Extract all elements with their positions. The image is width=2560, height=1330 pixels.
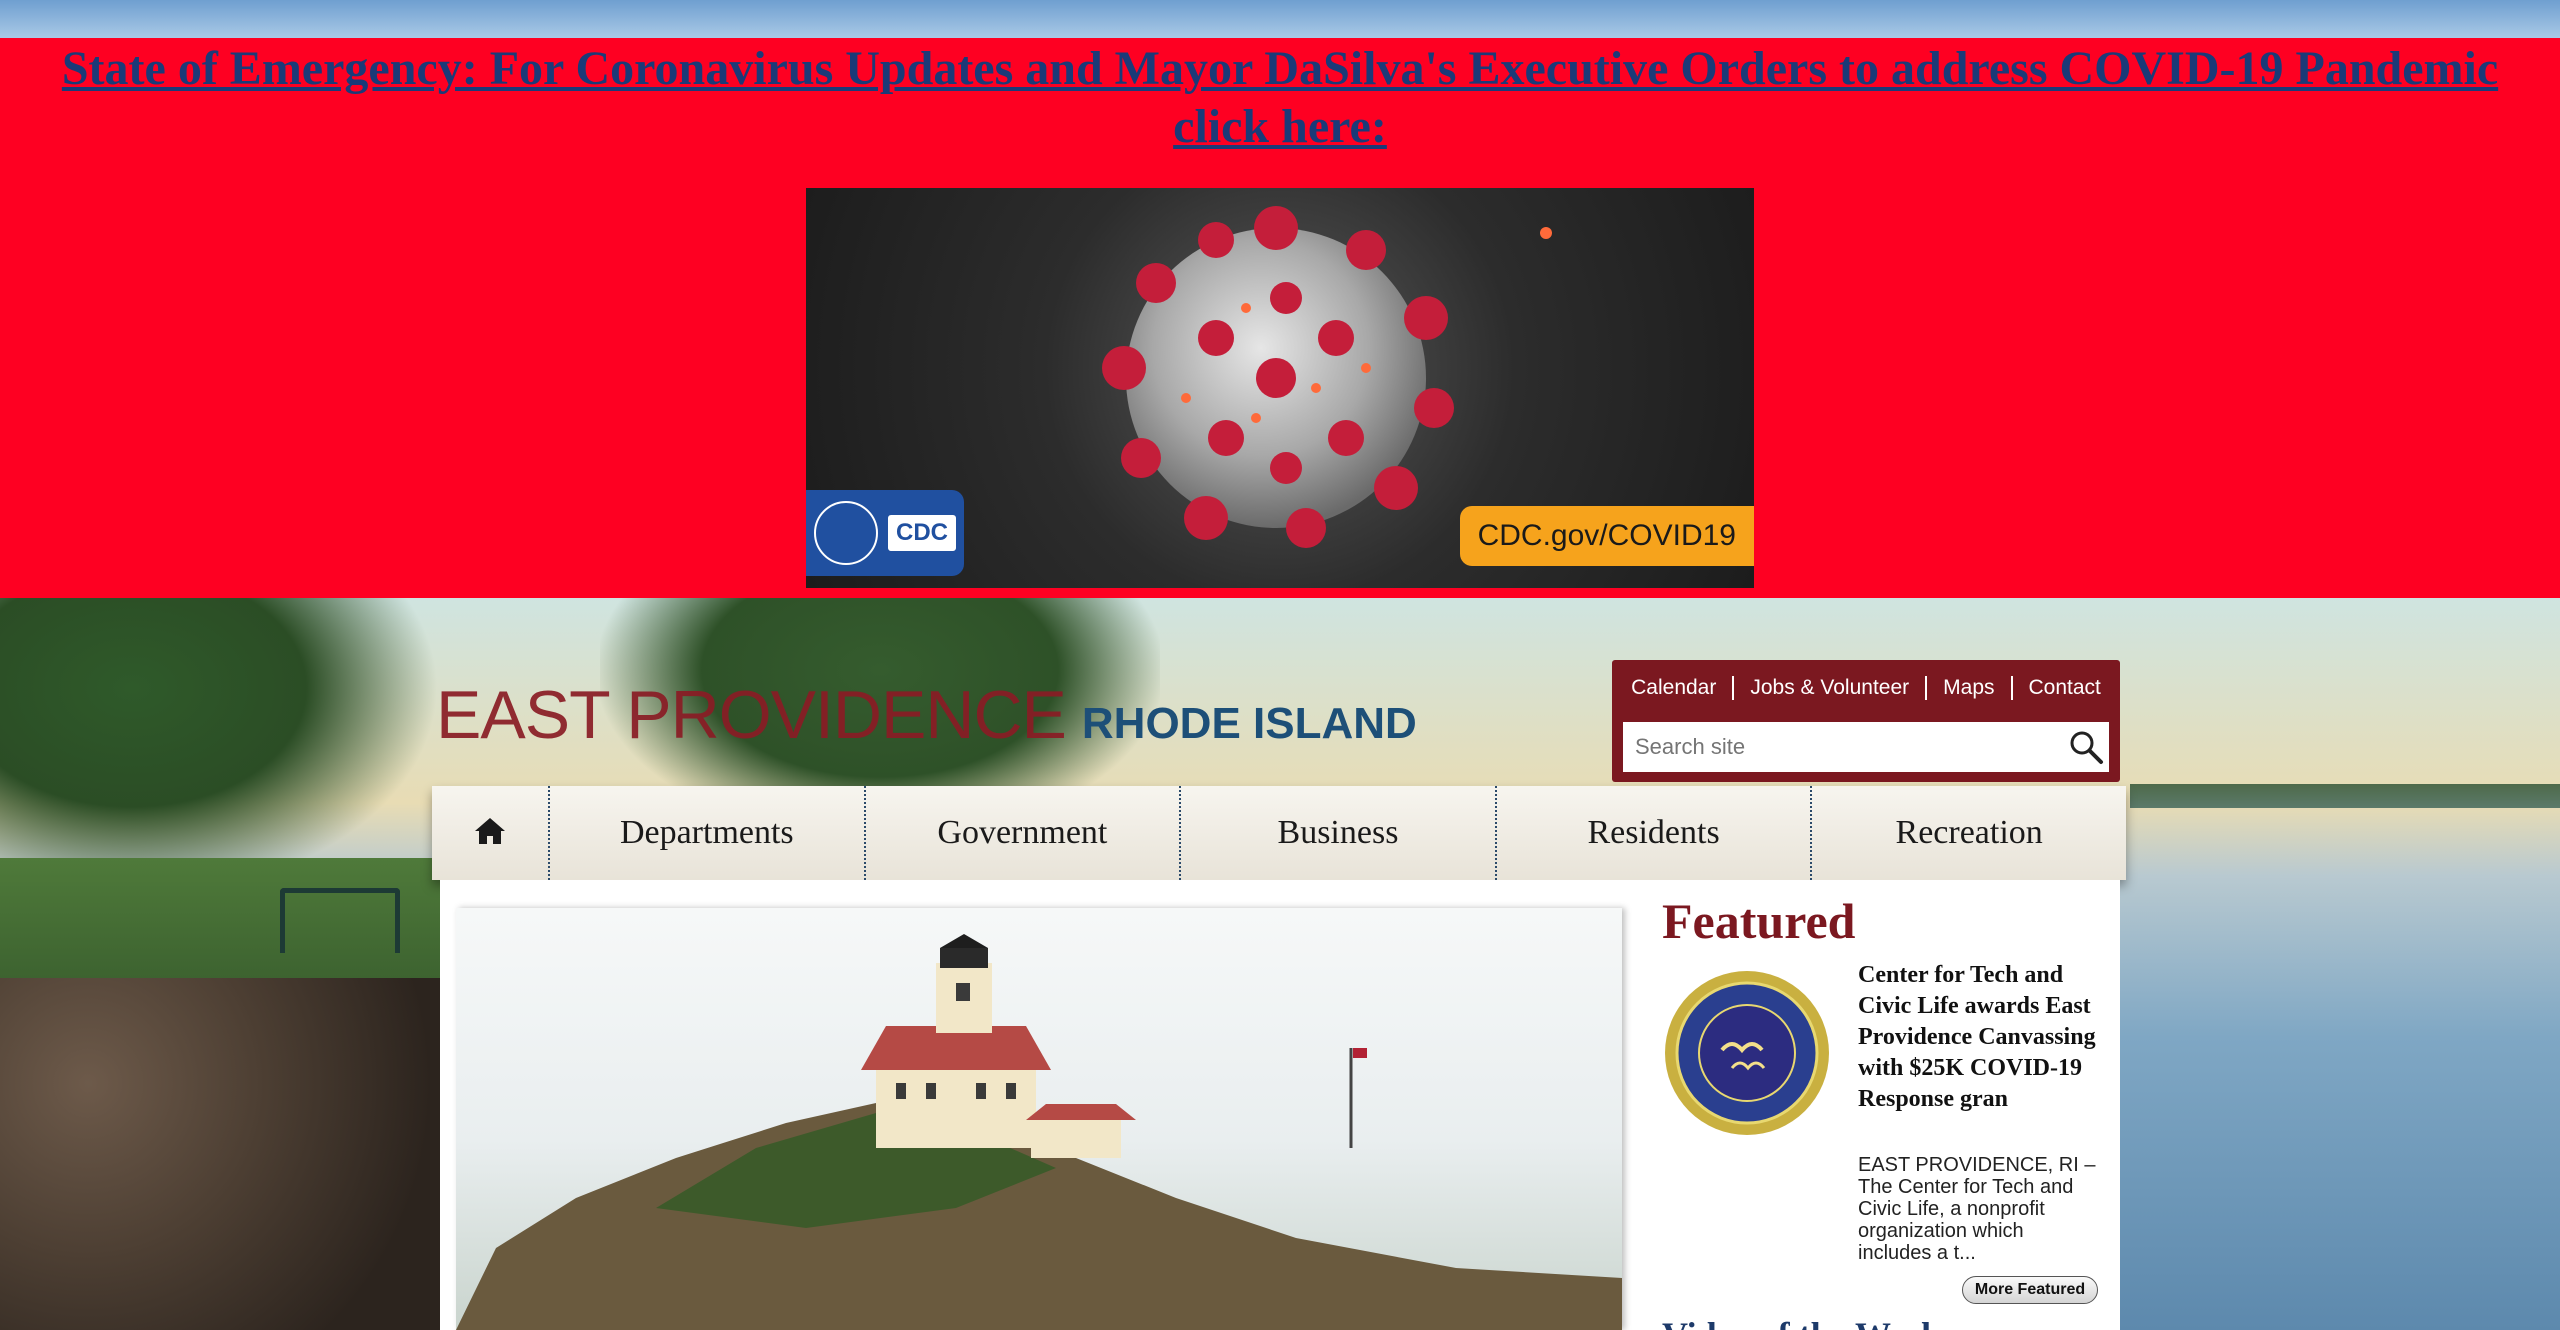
emergency-alert-link[interactable]: State of Emergency: For Coronavirus Upda… xyxy=(20,38,2540,156)
utility-bar: Calendar Jobs & Volunteer Maps Contact xyxy=(1612,660,2120,782)
main-navigation: Departments Government Business Resident… xyxy=(432,786,2126,880)
utility-link-calendar[interactable]: Calendar xyxy=(1615,676,1735,700)
nav-business[interactable]: Business xyxy=(1181,786,1497,880)
lighthouse-photo xyxy=(456,934,1622,1330)
cdc-covid-image[interactable]: CDC CDC.gov/COVID19 xyxy=(806,188,1754,588)
search-box xyxy=(1623,722,2109,772)
nav-recreation[interactable]: Recreation xyxy=(1812,786,2126,880)
nav-home[interactable] xyxy=(432,786,550,880)
cdc-logo: CDC xyxy=(806,490,964,576)
featured-headline-link[interactable]: Center for Tech and Civic Life awards Ea… xyxy=(1858,960,2108,1115)
main-content: Featured Center for Tech and Civic Life … xyxy=(440,880,2120,1330)
utility-link-maps[interactable]: Maps xyxy=(1927,676,2013,700)
nav-residents[interactable]: Residents xyxy=(1497,786,1813,880)
search-icon[interactable] xyxy=(2063,724,2109,770)
nav-government[interactable]: Government xyxy=(866,786,1182,880)
home-icon xyxy=(473,816,507,851)
site-logo[interactable]: EAST PROVIDENCE RHODE ISLAND xyxy=(436,676,1417,754)
cdc-badge: CDC xyxy=(888,515,956,551)
nav-departments[interactable]: Departments xyxy=(550,786,866,880)
video-of-the-week-heading: Video of the Week xyxy=(1662,1314,1941,1330)
hero-image-lighthouse[interactable] xyxy=(456,908,1622,1330)
featured-summary: EAST PROVIDENCE, RI –The Center for Tech… xyxy=(1858,1154,2096,1264)
logo-city-name: EAST PROVIDENCE xyxy=(436,677,1067,753)
utility-links: Calendar Jobs & Volunteer Maps Contact xyxy=(1612,660,2120,716)
shoreline-rocks xyxy=(0,978,440,1330)
city-seal[interactable] xyxy=(1662,968,1832,1138)
far-shoreline xyxy=(2130,784,2560,808)
trees-left xyxy=(0,598,440,898)
utility-link-contact[interactable]: Contact xyxy=(2013,676,2117,700)
utility-link-jobs-volunteer[interactable]: Jobs & Volunteer xyxy=(1734,676,1928,700)
emergency-banner: State of Emergency: For Coronavirus Upda… xyxy=(0,38,2560,598)
city-seal-icon xyxy=(1665,971,1829,1135)
sky-strip xyxy=(0,0,2560,38)
park-bench xyxy=(280,888,400,953)
featured-heading: Featured xyxy=(1662,893,1856,949)
search-input[interactable] xyxy=(1623,724,2063,770)
logo-state-name: RHODE ISLAND xyxy=(1081,699,1417,748)
more-featured-button[interactable]: More Featured xyxy=(1962,1276,2098,1304)
cdc-url-label: CDC.gov/COVID19 xyxy=(1459,506,1754,566)
hhs-eagle-icon xyxy=(814,501,878,565)
